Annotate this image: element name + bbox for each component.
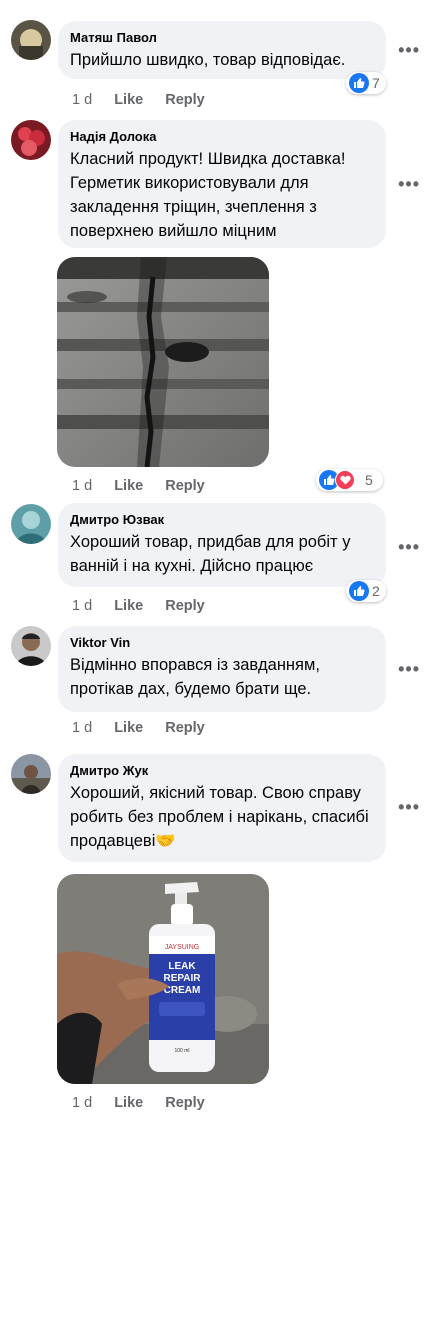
product-name-line3: CREAM xyxy=(164,985,201,996)
comment-bubble: Viktor Vin Відмінно впорався із завдання… xyxy=(58,626,386,712)
reply-button[interactable]: Reply xyxy=(165,478,205,494)
like-reaction-icon xyxy=(349,73,369,93)
product-photo[interactable]: JAYSUING LEAK REPAIR CREAM 100 ml xyxy=(57,874,269,1084)
comment-bubble: Дмитро Жук Хороший, якісний товар. Свою … xyxy=(58,754,386,862)
comment-author[interactable]: Дмитро Жук xyxy=(70,762,374,779)
more-options-icon[interactable]: ••• xyxy=(398,537,420,558)
product-volume: 100 ml xyxy=(174,1048,189,1054)
like-button[interactable]: Like xyxy=(114,92,143,108)
avatar[interactable] xyxy=(11,754,51,794)
avatar[interactable] xyxy=(11,504,51,544)
reaction-number: 5 xyxy=(365,472,373,488)
reply-button[interactable]: Reply xyxy=(165,1095,205,1111)
comment-author[interactable]: Матяш Павол xyxy=(70,29,374,46)
comment-author[interactable]: Viktor Vin xyxy=(70,634,374,651)
like-button[interactable]: Like xyxy=(114,598,143,614)
avatar[interactable] xyxy=(11,20,51,60)
love-reaction-icon xyxy=(335,470,355,490)
more-options-icon[interactable]: ••• xyxy=(398,174,420,195)
comment-actions: 1 d Like Reply xyxy=(72,598,223,614)
product-brand: JAYSUING xyxy=(165,944,200,951)
comment-author[interactable]: Дмитро Юзвак xyxy=(70,511,374,528)
more-options-icon[interactable]: ••• xyxy=(398,40,420,61)
reply-button[interactable]: Reply xyxy=(165,598,205,614)
reaction-number: 7 xyxy=(372,75,380,91)
avatar[interactable] xyxy=(11,120,51,160)
comment-actions: 1 d Like Reply xyxy=(72,1095,223,1111)
like-button[interactable]: Like xyxy=(114,720,143,736)
reply-button[interactable]: Reply xyxy=(165,92,205,108)
comment-bubble: Дмитро Юзвак Хороший товар, придбав для … xyxy=(58,503,386,587)
comment-text: Прийшло швидко, товар відповідає. xyxy=(70,51,346,69)
comment-text: Хороший, якісний товар. Свою справу роби… xyxy=(70,784,369,850)
product-name-line1: LEAK xyxy=(168,961,196,972)
reaction-count[interactable]: 7 xyxy=(346,72,386,94)
product-name-line2: REPAIR xyxy=(163,973,201,984)
comment-time[interactable]: 1 d xyxy=(72,1095,92,1111)
comment-author[interactable]: Надія Долока xyxy=(70,128,374,145)
comment-text: Класний продукт! Швидка доставка! Гермет… xyxy=(70,150,346,240)
comment-actions: 1 d Like Reply xyxy=(72,720,223,736)
like-button[interactable]: Like xyxy=(114,1095,143,1111)
comment-bubble: Матяш Павол Прийшло швидко, товар відпов… xyxy=(58,21,386,79)
like-reaction-icon xyxy=(349,581,369,601)
roof-photo[interactable] xyxy=(57,257,269,467)
comment-actions: 1 d Like Reply xyxy=(72,478,223,494)
like-button[interactable]: Like xyxy=(114,478,143,494)
comment-time[interactable]: 1 d xyxy=(72,92,92,108)
reaction-number: 2 xyxy=(372,583,380,599)
comment-time[interactable]: 1 d xyxy=(72,720,92,736)
avatar[interactable] xyxy=(11,626,51,666)
comment-time[interactable]: 1 d xyxy=(72,598,92,614)
more-options-icon[interactable]: ••• xyxy=(398,797,420,818)
comment-actions: 1 d Like Reply xyxy=(72,92,223,108)
comment-text: Відмінно впорався із завданням, протікав… xyxy=(70,656,320,698)
more-options-icon[interactable]: ••• xyxy=(398,659,420,680)
comment-text: Хороший товар, придбав для робіт у ванні… xyxy=(70,533,351,575)
comment-bubble: Надія Долока Класний продукт! Швидка дос… xyxy=(58,120,386,248)
reply-button[interactable]: Reply xyxy=(165,720,205,736)
reaction-count[interactable]: 2 xyxy=(346,580,386,602)
reaction-count[interactable]: 5 xyxy=(316,469,383,491)
comment-time[interactable]: 1 d xyxy=(72,478,92,494)
